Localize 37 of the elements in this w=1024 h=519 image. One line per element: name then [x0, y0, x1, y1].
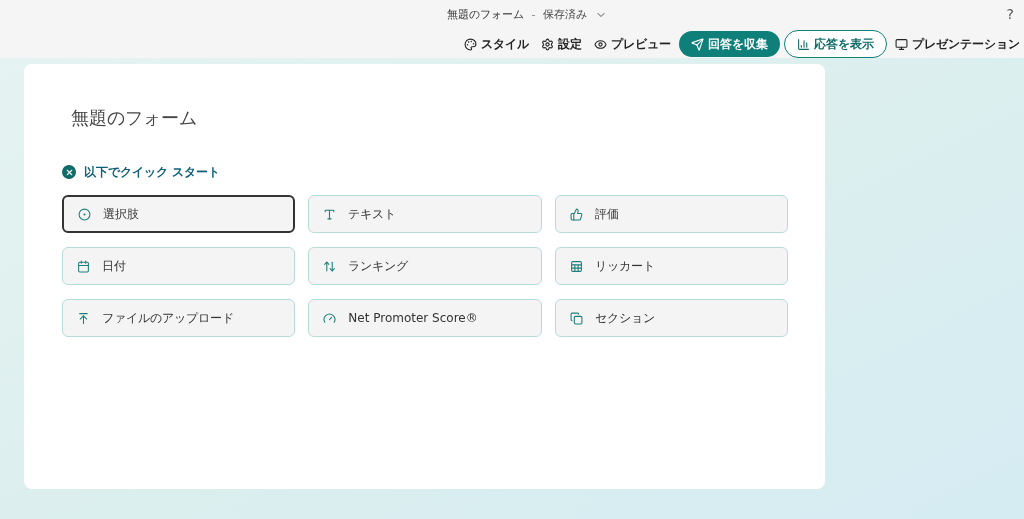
monitor-icon — [895, 37, 908, 51]
toolbar-button[interactable]: プレゼンテーション — [891, 31, 1024, 57]
settings-icon — [541, 37, 554, 51]
radio-button-icon — [78, 207, 91, 221]
upload-icon — [77, 311, 90, 325]
text-icon — [323, 207, 337, 221]
question-type-button[interactable]: Net Promoter Score® — [308, 299, 542, 337]
table-icon — [569, 259, 583, 273]
calendar-icon — [77, 259, 90, 273]
bar-chart-icon — [797, 37, 810, 51]
close-icon[interactable] — [62, 165, 76, 179]
section-icon — [569, 311, 583, 325]
send-icon — [691, 37, 704, 51]
question-type-button[interactable]: セクション — [554, 299, 788, 337]
quick-start-label: 以下でクイック スタート — [84, 164, 221, 181]
eye-icon — [594, 37, 607, 51]
toolbar-button[interactable]: プレビュー — [590, 31, 675, 57]
thumbs-up-icon — [569, 207, 583, 221]
question-type-button[interactable]: リッカート — [554, 247, 788, 285]
question-type-button[interactable]: 日付 — [62, 247, 296, 285]
toolbar-button[interactable]: 設定 — [537, 31, 586, 57]
toolbar-button[interactable]: スタイル — [460, 31, 533, 57]
title-separator: - — [531, 6, 536, 23]
toolbar-button[interactable]: 応答を表示 — [784, 30, 887, 58]
form-title: 無題のフォーム — [70, 106, 198, 130]
help-button[interactable]: ? — [1006, 4, 1014, 25]
question-type-button[interactable]: テキスト — [308, 195, 542, 233]
save-status: 保存済み — [543, 6, 588, 23]
toolbar-button[interactable]: 回答を収集 — [679, 31, 780, 57]
question-type-button[interactable]: 選択肢 — [62, 195, 296, 233]
palette-icon — [464, 37, 477, 51]
gauge-icon — [323, 311, 337, 325]
up-down-arrows-icon — [323, 259, 337, 273]
question-type-button[interactable]: ランキング — [308, 247, 542, 285]
form-name: 無題のフォーム — [446, 6, 524, 23]
question-type-button[interactable]: 評価 — [554, 195, 788, 233]
question-type-button[interactable]: ファイルのアップロード — [62, 299, 296, 337]
